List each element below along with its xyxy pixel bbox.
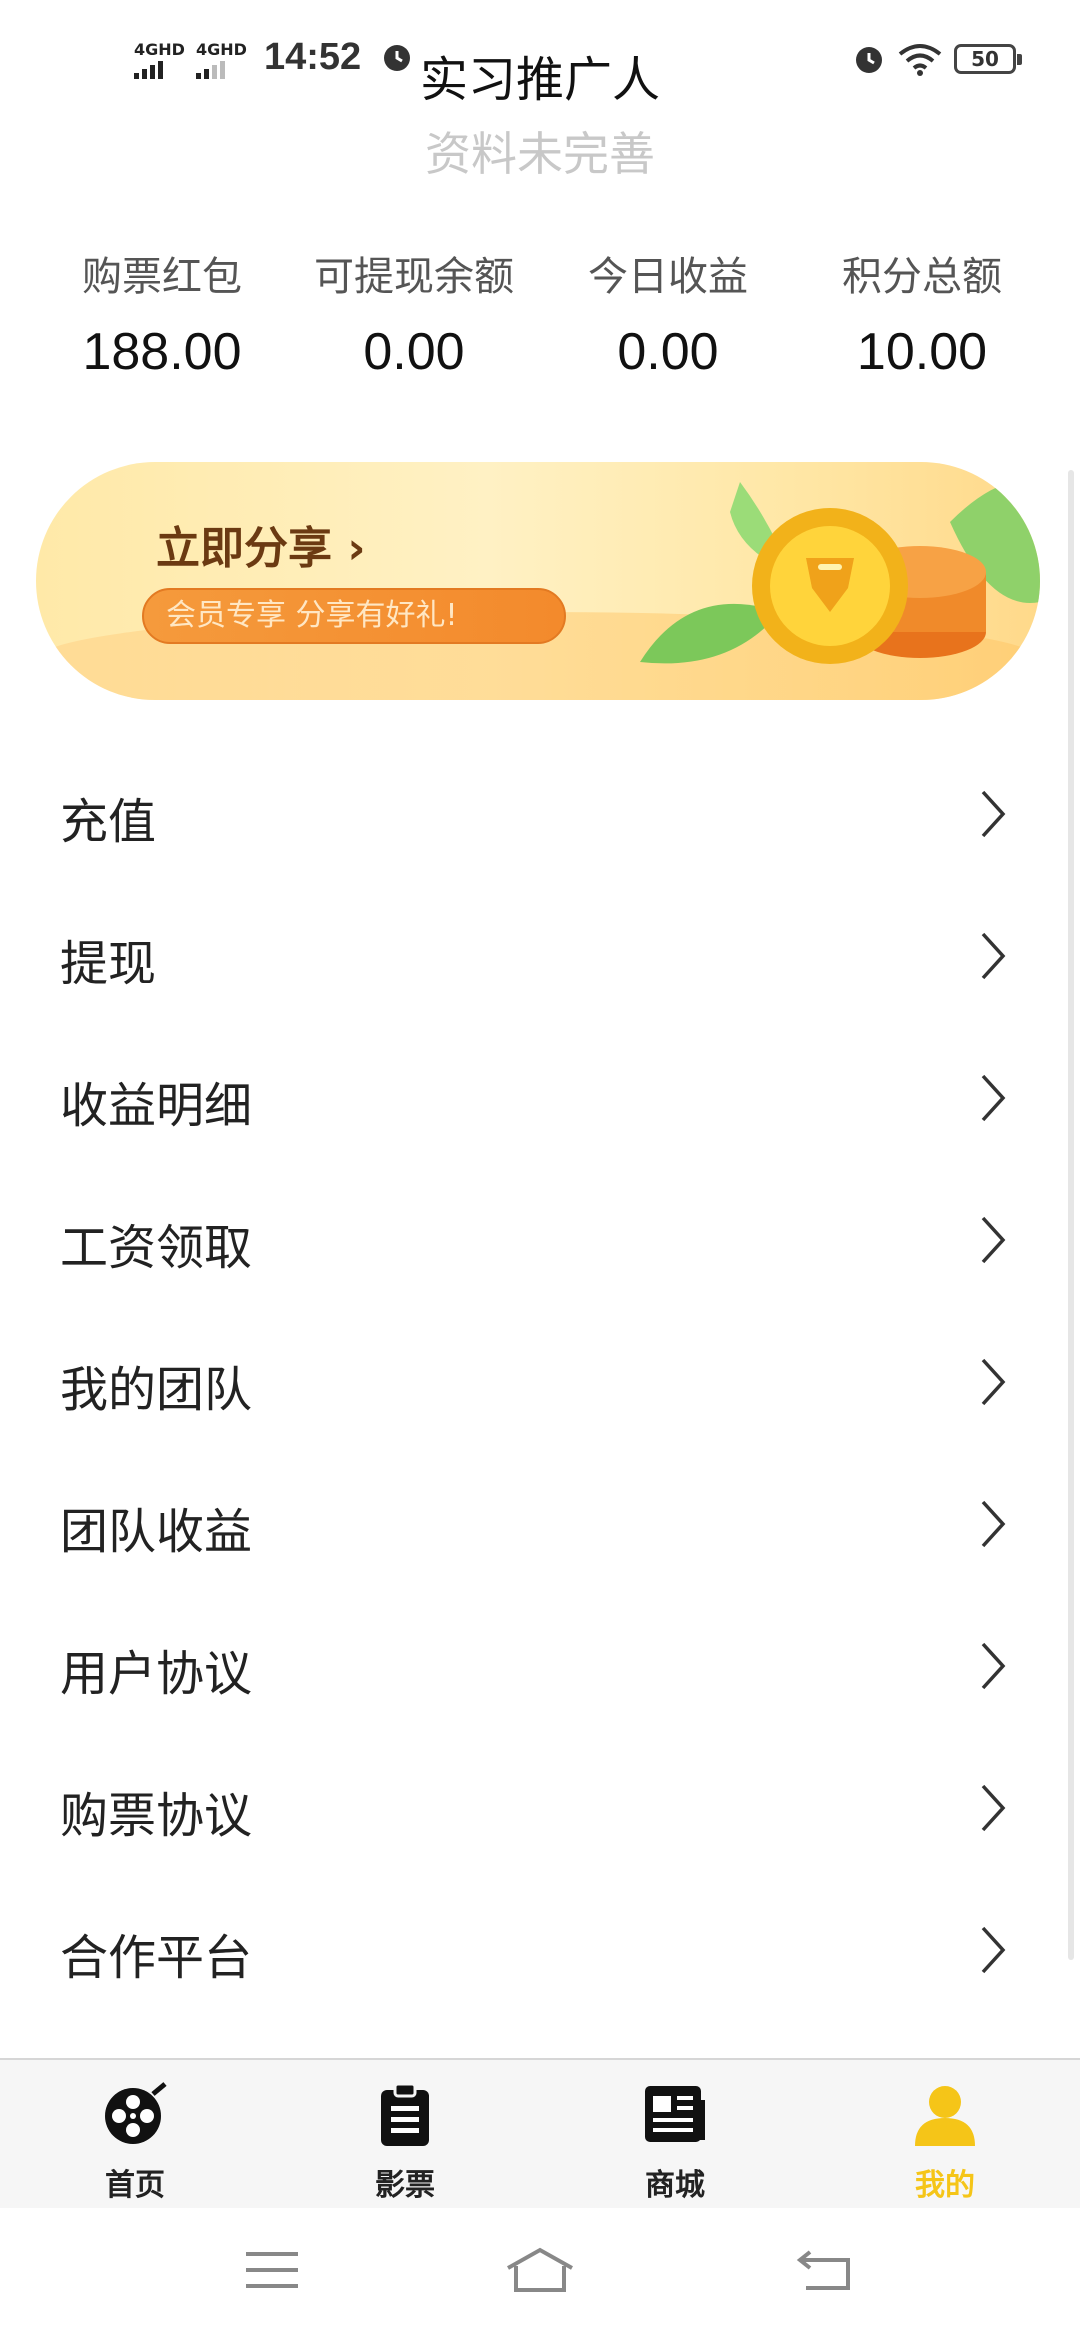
home-icon[interactable]: [504, 2246, 576, 2294]
menu-item-earnings-detail[interactable]: 收益明细: [0, 1026, 1080, 1168]
tab-label: 影票: [375, 2168, 435, 2203]
scrollbar[interactable]: [1068, 470, 1074, 1960]
stat-label: 购票红包: [82, 254, 242, 300]
stat-withdrawable-balance[interactable]: 可提现余额 0.00: [279, 248, 549, 382]
banner-tagline: 会员专享 分享有好礼!: [142, 588, 566, 644]
stat-value: 188.00: [82, 323, 242, 381]
menu-item-partner-platform[interactable]: 合作平台: [0, 1878, 1080, 2020]
film-reel-icon: [105, 2082, 167, 2144]
menu-label: 用户协议: [60, 1646, 253, 1702]
profile-status[interactable]: 资料未完善: [0, 118, 1080, 184]
menu-item-salary-claim[interactable]: 工资领取: [0, 1168, 1080, 1310]
menu-label: 收益明细: [60, 1078, 253, 1134]
banner-title: 立即分享 ›: [156, 523, 366, 574]
tab-tickets[interactable]: 影票: [270, 2060, 540, 2208]
chevron-right-icon: [981, 790, 1006, 838]
chevron-right-icon: [981, 1216, 1006, 1264]
menu-item-recharge[interactable]: 充值: [0, 742, 1080, 884]
tab-label: 商城: [645, 2168, 705, 2203]
tab-label: 我的: [915, 2168, 975, 2203]
system-navigation-bar: [0, 2208, 1080, 2340]
tab-label: 首页: [105, 2168, 165, 2203]
clipboard-icon: [381, 2082, 429, 2146]
share-banner[interactable]: 立即分享 › 会员专享 分享有好礼!: [36, 462, 1040, 700]
menu-item-my-team[interactable]: 我的团队: [0, 1310, 1080, 1452]
chevron-right-icon: [981, 1926, 1006, 1974]
user-icon: [915, 2086, 975, 2146]
tab-home[interactable]: 首页: [0, 2060, 270, 2208]
chevron-right-icon: [981, 932, 1006, 980]
menu-label: 工资领取: [60, 1220, 253, 1276]
tab-mall[interactable]: 商城: [540, 2060, 810, 2208]
chevron-right-icon: [981, 1358, 1006, 1406]
stat-value: 10.00: [856, 323, 988, 381]
chevron-right-icon: [981, 1500, 1006, 1548]
stat-points-total[interactable]: 积分总额 10.00: [787, 248, 1057, 382]
back-icon[interactable]: [796, 2248, 852, 2292]
menu-label: 团队收益: [60, 1504, 253, 1560]
menu-item-team-earnings[interactable]: 团队收益: [0, 1452, 1080, 1594]
stat-value: 0.00: [363, 323, 465, 381]
menu-label: 我的团队: [60, 1362, 253, 1418]
menu-icon[interactable]: [246, 2250, 298, 2290]
menu-item-user-agreement[interactable]: 用户协议: [0, 1594, 1080, 1736]
menu-label: 购票协议: [60, 1788, 253, 1844]
chevron-right-icon: [981, 1642, 1006, 1690]
stat-today-earnings[interactable]: 今日收益 0.00: [533, 248, 803, 382]
stat-label: 积分总额: [842, 254, 1002, 300]
stat-label: 今日收益: [588, 254, 748, 300]
menu-label: 提现: [60, 936, 157, 992]
stats-row: 购票红包 188.00 可提现余额 0.00 今日收益 0.00 积分总额 10…: [0, 248, 1080, 382]
tab-mine[interactable]: 我的: [810, 2060, 1080, 2208]
stat-label: 可提现余额: [314, 254, 514, 300]
menu-label: 充值: [60, 794, 157, 850]
bottom-tab-bar: 首页 影票 商城 我的: [0, 2058, 1080, 2208]
coin-stack-icon: [640, 480, 1040, 664]
page-title: 实习推广人: [419, 52, 660, 108]
stat-value: 0.00: [617, 323, 719, 381]
menu-list: 充值 提现 收益明细 工资领取 我的团队 团队收益 用户协议 购票协议 合作平台: [0, 742, 1080, 2020]
stat-ticket-bonus[interactable]: 购票红包 188.00: [27, 248, 297, 382]
menu-label: 合作平台: [60, 1930, 253, 1986]
menu-item-withdraw[interactable]: 提现: [0, 884, 1080, 1026]
menu-item-ticket-agreement[interactable]: 购票协议: [0, 1736, 1080, 1878]
newspaper-icon: [645, 2086, 705, 2142]
chevron-right-icon: [981, 1784, 1006, 1832]
chevron-right-icon: [981, 1074, 1006, 1122]
